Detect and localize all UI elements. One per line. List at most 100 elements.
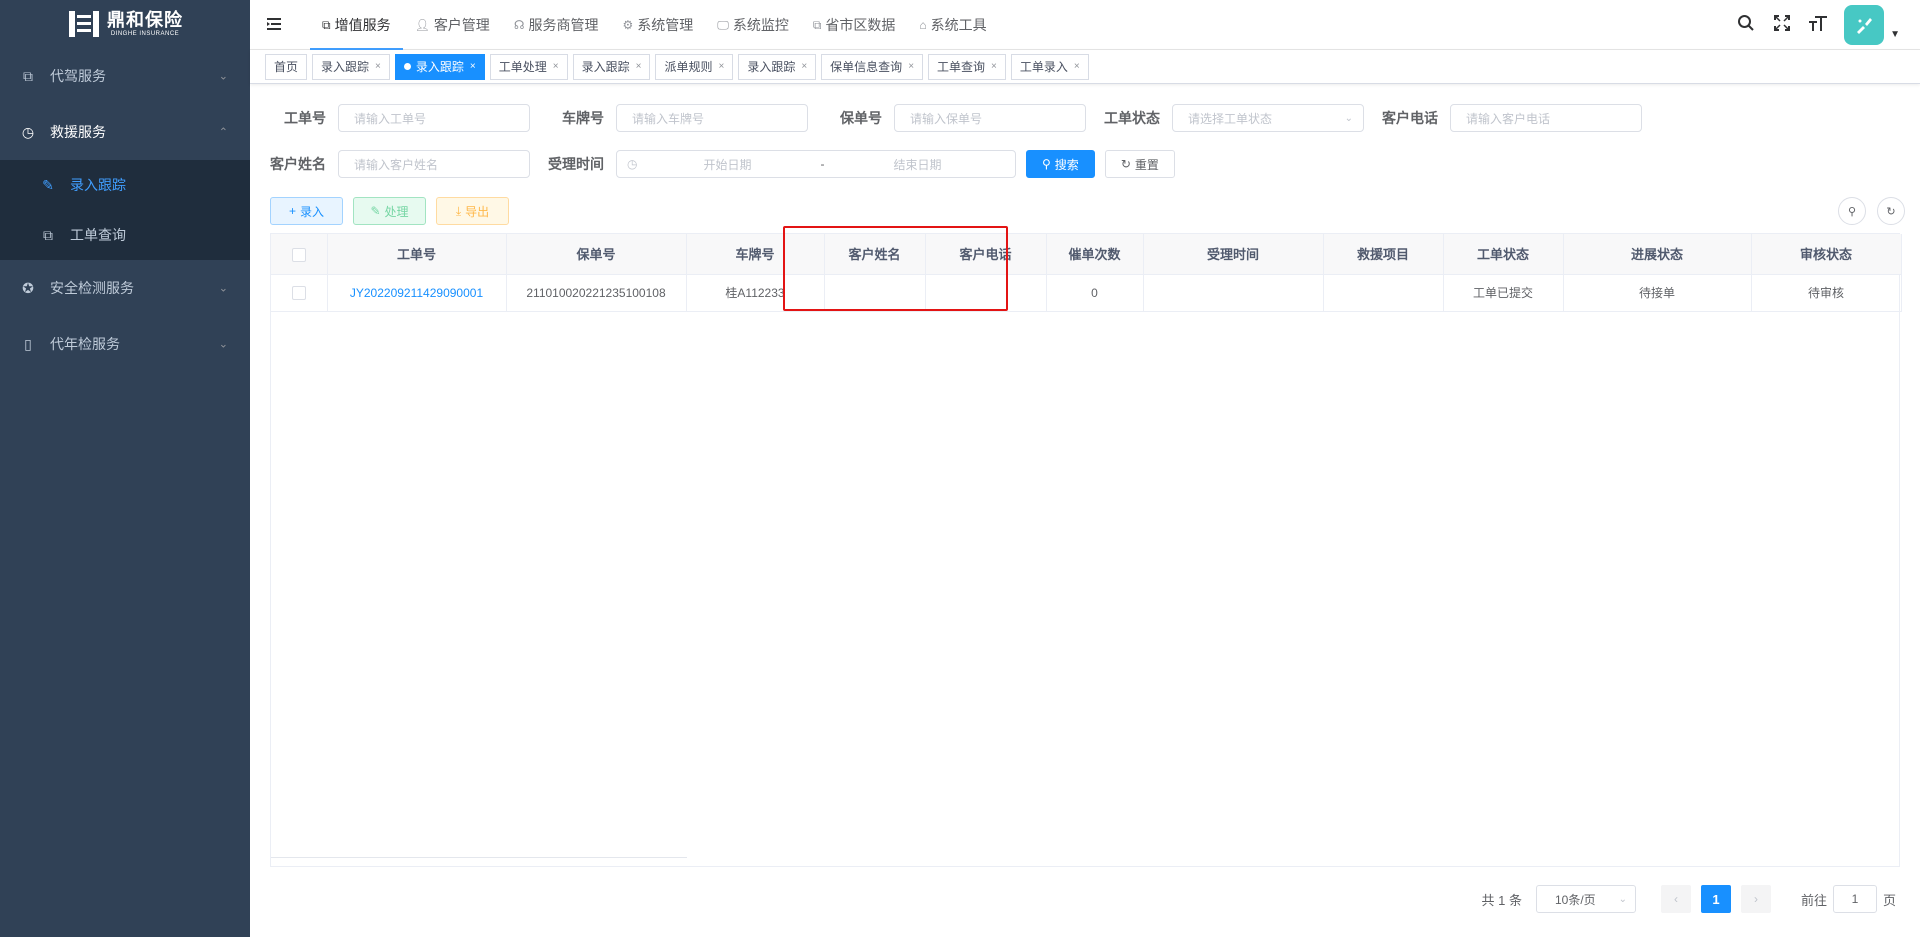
tag-item[interactable]: 保单信息查询 × (821, 53, 924, 80)
tag-item[interactable]: 录入跟踪 × (312, 53, 390, 80)
sidebar-item-rescue[interactable]: ◷ 救援服务 ⌃ (0, 104, 250, 160)
close-icon[interactable]: × (991, 61, 997, 72)
tag-item[interactable]: 录入跟踪 × (572, 53, 651, 80)
close-icon[interactable]: × (553, 61, 559, 72)
top-nav: ⧉ 增值服务 👤︎ 客户管理 ☊ 服务商管理 ⚙ 系统管理 🖵︎ 系统监控 ⧉ 省市区数据 … (310, 0, 999, 50)
book-icon: ▯ (24, 335, 32, 352)
close-icon[interactable]: × (636, 61, 642, 72)
tag-item-active[interactable]: 录入跟踪 × (394, 53, 485, 80)
reset-button-label: 重置 (1134, 157, 1159, 172)
column-header[interactable]: 客户姓名 (824, 234, 926, 275)
order-no-input[interactable]: 请输入工单号 (338, 104, 530, 132)
next-page-button[interactable]: › (1740, 885, 1771, 913)
tag-item[interactable]: 派单规则 × (655, 53, 734, 80)
close-icon[interactable]: × (718, 61, 724, 72)
column-header[interactable]: 受理时间 (1143, 234, 1324, 275)
tag-item[interactable]: 工单处理 × (489, 53, 568, 80)
close-icon[interactable]: × (908, 61, 914, 72)
goto-page-input[interactable]: 1 (1832, 885, 1877, 913)
table-cell: 待审核 (1751, 274, 1902, 312)
sidebar-item-annual-inspection[interactable]: ▯ 代年检服务 ⌄ (0, 316, 250, 372)
order-no-link[interactable]: JY202209211429090001 (327, 274, 507, 312)
document-copy-icon: ⧉ (812, 17, 822, 32)
avatar[interactable] (1844, 5, 1885, 45)
column-header[interactable]: 审核状态 (1751, 234, 1902, 275)
process-button[interactable]: ✎ 处理 (353, 197, 426, 225)
column-header[interactable]: 车牌号 (686, 234, 825, 275)
sidebar-item-safety-inspection[interactable]: ✪ 安全检测服务 ⌄ (0, 260, 250, 316)
column-header[interactable]: 保单号 (506, 234, 687, 275)
top-nav-value-added[interactable]: ⧉ 增值服务 (310, 0, 403, 50)
plate-no-input[interactable]: 请输入车牌号 (616, 104, 808, 132)
customer-phone-input[interactable]: 请输入客户电话 (1450, 104, 1642, 132)
close-icon[interactable]: × (1074, 61, 1080, 72)
column-header[interactable]: 客户电话 (925, 234, 1047, 275)
search-button[interactable]: ⚲ 搜索 (1026, 150, 1095, 178)
active-dot-icon (403, 63, 411, 70)
top-nav-provider[interactable]: ☊ 服务商管理 (502, 0, 611, 50)
end-date-input[interactable]: 结束日期 (837, 156, 997, 173)
page-number-current[interactable]: 1 (1700, 885, 1731, 913)
tag-label: 录入跟踪 (581, 60, 630, 74)
table-row[interactable]: JY202209211429090001 2110100202212351001… (271, 274, 1902, 312)
policy-no-input[interactable]: 请输入保单号 (894, 104, 1086, 132)
logo-mark-icon (67, 9, 101, 39)
tag-item[interactable]: 录入跟踪 × (738, 53, 817, 80)
font-size-icon[interactable] (1808, 14, 1828, 37)
tag-label: 录入跟踪 (747, 60, 796, 74)
accept-time-range[interactable]: ◷ 开始日期 - 结束日期 (616, 150, 1016, 178)
fullscreen-icon[interactable] (1772, 14, 1792, 37)
sidebar-item-label: 代年检服务 (50, 336, 120, 352)
refresh-button[interactable]: ↻ (1877, 197, 1905, 225)
sidebar-subitem-entry-tracking[interactable]: ✎ 录入跟踪 (0, 160, 250, 210)
search-icon[interactable] (1736, 14, 1756, 37)
sidebar-subitem-order-query[interactable]: ⧉ 工单查询 (0, 210, 250, 260)
page-unit-label: 页 (1882, 892, 1896, 908)
column-header[interactable]: 进展状态 (1563, 234, 1752, 275)
rescue-submenu: ✎ 录入跟踪 ⧉ 工单查询 (0, 160, 250, 260)
sidebar: 鼎和保险 DINGHE INSURANCE ⧉ 代驾服务 ⌄ ◷ 救援服务 ⌃ … (0, 0, 250, 937)
column-header[interactable]: 工单号 (327, 234, 507, 275)
close-icon[interactable]: × (375, 61, 381, 72)
horizontal-scrollbar[interactable] (271, 857, 687, 858)
toggle-search-button[interactable]: ⚲ (1838, 197, 1866, 225)
tag-label: 工单处理 (498, 60, 547, 74)
tag-label: 首页 (274, 60, 299, 74)
tag-home[interactable]: 首页 (265, 53, 308, 80)
order-status-select[interactable]: 请选择工单状态 ⌄ (1172, 104, 1364, 132)
date-separator: - (820, 157, 825, 171)
column-header[interactable]: 催单次数 (1046, 234, 1144, 275)
tag-item[interactable]: 工单录入 × (1010, 53, 1089, 80)
sidebar-item-designated-driving[interactable]: ⧉ 代驾服务 ⌄ (0, 48, 250, 104)
export-button[interactable]: ⤓ 导出 (436, 197, 509, 225)
tag-item[interactable]: 工单查询 × (928, 53, 1006, 80)
page-size-select[interactable]: 10条/页 ⌄ (1535, 885, 1636, 913)
select-all-checkbox[interactable] (291, 247, 306, 262)
top-nav-tools[interactable]: ⌂ 系统工具 (907, 0, 998, 50)
topbar: ⧉ 增值服务 👤︎ 客户管理 ☊ 服务商管理 ⚙ 系统管理 🖵︎ 系统监控 ⧉ 省市区数据 … (250, 0, 1920, 50)
close-icon[interactable]: × (470, 61, 476, 72)
add-button-label: 录入 (300, 204, 325, 219)
sidebar-item-label: 代驾服务 (50, 68, 106, 84)
customer-name-input[interactable]: 请输入客户姓名 (338, 150, 530, 178)
prev-page-button[interactable]: ‹ (1660, 885, 1691, 913)
accept-time-label: 受理时间 (548, 156, 604, 172)
column-header[interactable]: 工单状态 (1443, 234, 1564, 275)
top-nav-system[interactable]: ⚙ 系统管理 (610, 0, 705, 50)
table-cell: 桂A112233 (686, 274, 825, 312)
column-header[interactable]: 救援项目 (1323, 234, 1444, 275)
sidebar-subitem-label: 录入跟踪 (70, 177, 126, 193)
top-nav-region[interactable]: ⧉ 省市区数据 (801, 0, 908, 50)
top-nav-customer[interactable]: 👤︎ 客户管理 (403, 0, 502, 50)
close-icon[interactable]: × (801, 61, 807, 72)
row-checkbox[interactable] (291, 285, 306, 300)
table-cell (824, 274, 926, 312)
add-button[interactable]: + 录入 (270, 197, 343, 225)
chevron-up-icon: ⌃ (218, 126, 228, 139)
start-date-input[interactable]: 开始日期 (647, 156, 807, 173)
caret-down-icon[interactable]: ▼ (1890, 29, 1900, 40)
reset-button[interactable]: ↻ 重置 (1104, 150, 1175, 178)
hamburger-icon[interactable] (266, 15, 284, 33)
cog-icon: ✪ (22, 279, 34, 296)
top-nav-monitor[interactable]: 🖵︎ 系统监控 (705, 0, 801, 50)
